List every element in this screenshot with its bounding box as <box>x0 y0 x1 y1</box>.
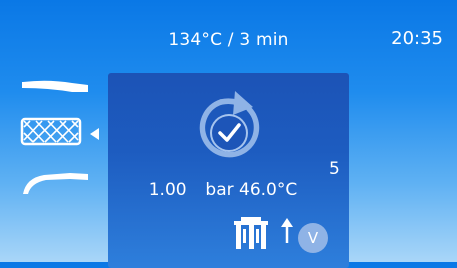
status-panel: 5 1.00 bar 46.0°C V <box>108 73 349 268</box>
up-arrow-icon <box>280 217 294 249</box>
selection-indicator <box>90 128 99 140</box>
chamber-icon <box>231 215 273 255</box>
mesh-basket-icon[interactable] <box>20 117 84 151</box>
down-button[interactable]: V <box>298 223 328 253</box>
contra-angle-handpiece-icon[interactable] <box>20 166 90 200</box>
clock: 20:35 <box>391 28 443 49</box>
pressure-temperature-readout: 1.00 bar 46.0°C <box>108 180 338 200</box>
pressure-unit: bar <box>205 180 234 200</box>
program-title: 134°C / 3 min <box>168 30 289 50</box>
straight-handpiece-icon[interactable] <box>20 75 90 101</box>
temperature-value: 46.0°C <box>239 180 298 200</box>
cycle-count: 5 <box>329 159 340 179</box>
pressure-value: 1.00 <box>148 180 187 200</box>
cycle-complete-icon <box>191 89 267 165</box>
